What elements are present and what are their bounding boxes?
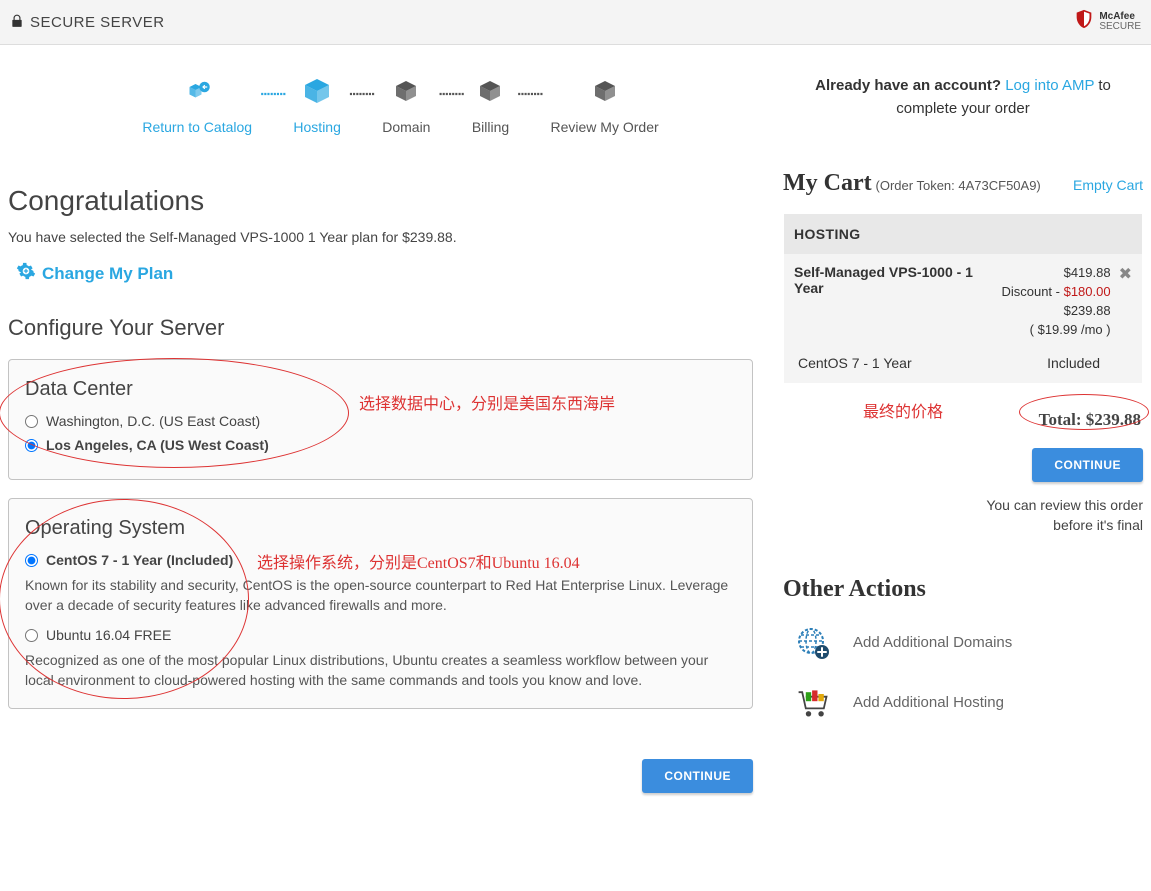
cart-item-original-price: $419.88 [991,264,1111,283]
os-heading: Operating System [25,517,736,540]
annotation-text: 最终的价格 [863,398,943,422]
add-additional-domains-link[interactable]: Add Additional Domains [783,625,1143,661]
cube-icon [299,75,335,111]
step-separator: ∙∙∙∙∙∙∙∙ [438,86,463,103]
data-center-heading: Data Center [25,378,736,401]
review-note: You can review this order before it's fi… [783,496,1143,535]
cart-subitem-price: Included [1047,355,1132,371]
step-label: Hosting [293,119,340,135]
cart-total-row: 最终的价格 Total: $239.88 [783,384,1143,442]
step-label: Return to Catalog [142,119,252,135]
cart-header: My Cart (Order Token: 4A73CF50A9) Empty … [783,170,1143,197]
action-label: Add Additional Hosting [853,694,1004,711]
globe-plus-icon [795,625,831,661]
step-separator: ∙∙∙∙∙∙∙∙ [349,86,374,103]
cart-sub-item: CentOS 7 - 1 Year Included [784,349,1142,383]
cube-icon [388,75,424,111]
catalog-return-icon [179,75,215,111]
cart-item-monthly-price: ( $19.99 /mo ) [991,321,1111,340]
other-actions-heading: Other Actions [783,576,1143,603]
change-plan-label: Change My Plan [42,264,173,284]
step-return-to-catalog[interactable]: Return to Catalog [142,75,252,135]
os-ubuntu-description: Recognized as one of the most popular Li… [25,651,736,690]
remove-cart-item-button[interactable]: ✖ [1119,264,1132,339]
configure-server-heading: Configure Your Server [8,315,753,341]
step-billing[interactable]: Billing [472,75,509,135]
radio-label: Ubuntu 16.04 FREE [46,627,171,643]
step-separator: ∙∙∙∙∙∙∙∙ [517,86,542,103]
cube-icon [587,75,623,111]
cart-subitem-name: CentOS 7 - 1 Year [798,355,912,371]
secure-server-label: SECURE SERVER [10,14,165,31]
radio-input[interactable] [25,554,38,567]
gear-plus-icon [16,261,36,287]
cart-total-text: Total: $239.88 [1039,410,1141,429]
shield-icon [1073,8,1095,36]
lock-icon [10,14,24,31]
data-center-panel: Data Center Washington, D.C. (US East Co… [8,359,753,480]
checkout-steps: Return to Catalog ∙∙∙∙∙∙∙∙ Hosting ∙∙∙∙∙… [8,75,753,135]
action-label: Add Additional Domains [853,634,1012,651]
mcafee-secure-badge[interactable]: McAfee SECURE [1073,8,1141,36]
step-review-order[interactable]: Review My Order [551,75,659,135]
radio-label: CentOS 7 - 1 Year (Included) [46,552,233,568]
step-label: Domain [382,119,430,135]
step-label: Billing [472,119,509,135]
datacenter-option-west[interactable]: Los Angeles, CA (US West Coast) [25,437,736,453]
change-my-plan-link[interactable]: Change My Plan [16,261,753,287]
operating-system-panel: Operating System CentOS 7 - 1 Year (Incl… [8,498,753,709]
cart-title: My Cart [783,170,872,196]
amp-prefix-text: Already have an account? [815,77,1005,94]
datacenter-option-east[interactable]: Washington, D.C. (US East Coast) [25,413,736,429]
cart-hosting-heading: HOSTING [784,214,1142,254]
cart-item-name: Self-Managed VPS-1000 - 1 Year [794,264,983,296]
add-additional-hosting-link[interactable]: Add Additional Hosting [783,685,1143,721]
login-amp-line: Already have an account? Log into AMP to… [783,75,1143,120]
step-separator: ∙∙∙∙∙∙∙∙ [260,86,285,103]
continue-button[interactable]: CONTINUE [1032,448,1143,482]
radio-label: Washington, D.C. (US East Coast) [46,413,260,429]
continue-button[interactable]: CONTINUE [642,759,753,793]
cart-item-discount-row: Discount - $180.00 [991,283,1111,302]
radio-input[interactable] [25,415,38,428]
step-hosting[interactable]: Hosting [293,75,340,135]
mcafee-secure-text: SECURE [1099,22,1141,32]
secure-server-text: SECURE SERVER [30,14,165,31]
plan-selected-text: You have selected the Self-Managed VPS-1… [8,229,753,245]
os-centos-description: Known for its stability and security, Ce… [25,576,736,615]
page-title: Congratulations [8,185,753,217]
step-domain[interactable]: Domain [382,75,430,135]
top-bar: SECURE SERVER McAfee SECURE [0,0,1151,45]
radio-input[interactable] [25,439,38,452]
radio-label: Los Angeles, CA (US West Coast) [46,437,269,453]
step-label: Review My Order [551,119,659,135]
os-option-centos[interactable]: CentOS 7 - 1 Year (Included) [25,552,736,568]
cart-line-item: Self-Managed VPS-1000 - 1 Year $419.88 D… [784,254,1142,349]
log-into-amp-link[interactable]: Log into AMP [1005,77,1094,94]
os-option-ubuntu[interactable]: Ubuntu 16.04 FREE [25,627,736,643]
order-token-text: (Order Token: 4A73CF50A9) [876,178,1041,193]
cart-item-discount-amount: $180.00 [1064,284,1111,299]
shopping-cart-icon [795,685,831,721]
radio-input[interactable] [25,629,38,642]
empty-cart-link[interactable]: Empty Cart [1073,177,1143,193]
cart-box: HOSTING Self-Managed VPS-1000 - 1 Year $… [783,213,1143,384]
cube-icon [472,75,508,111]
cart-item-discounted-price: $239.88 [991,302,1111,321]
